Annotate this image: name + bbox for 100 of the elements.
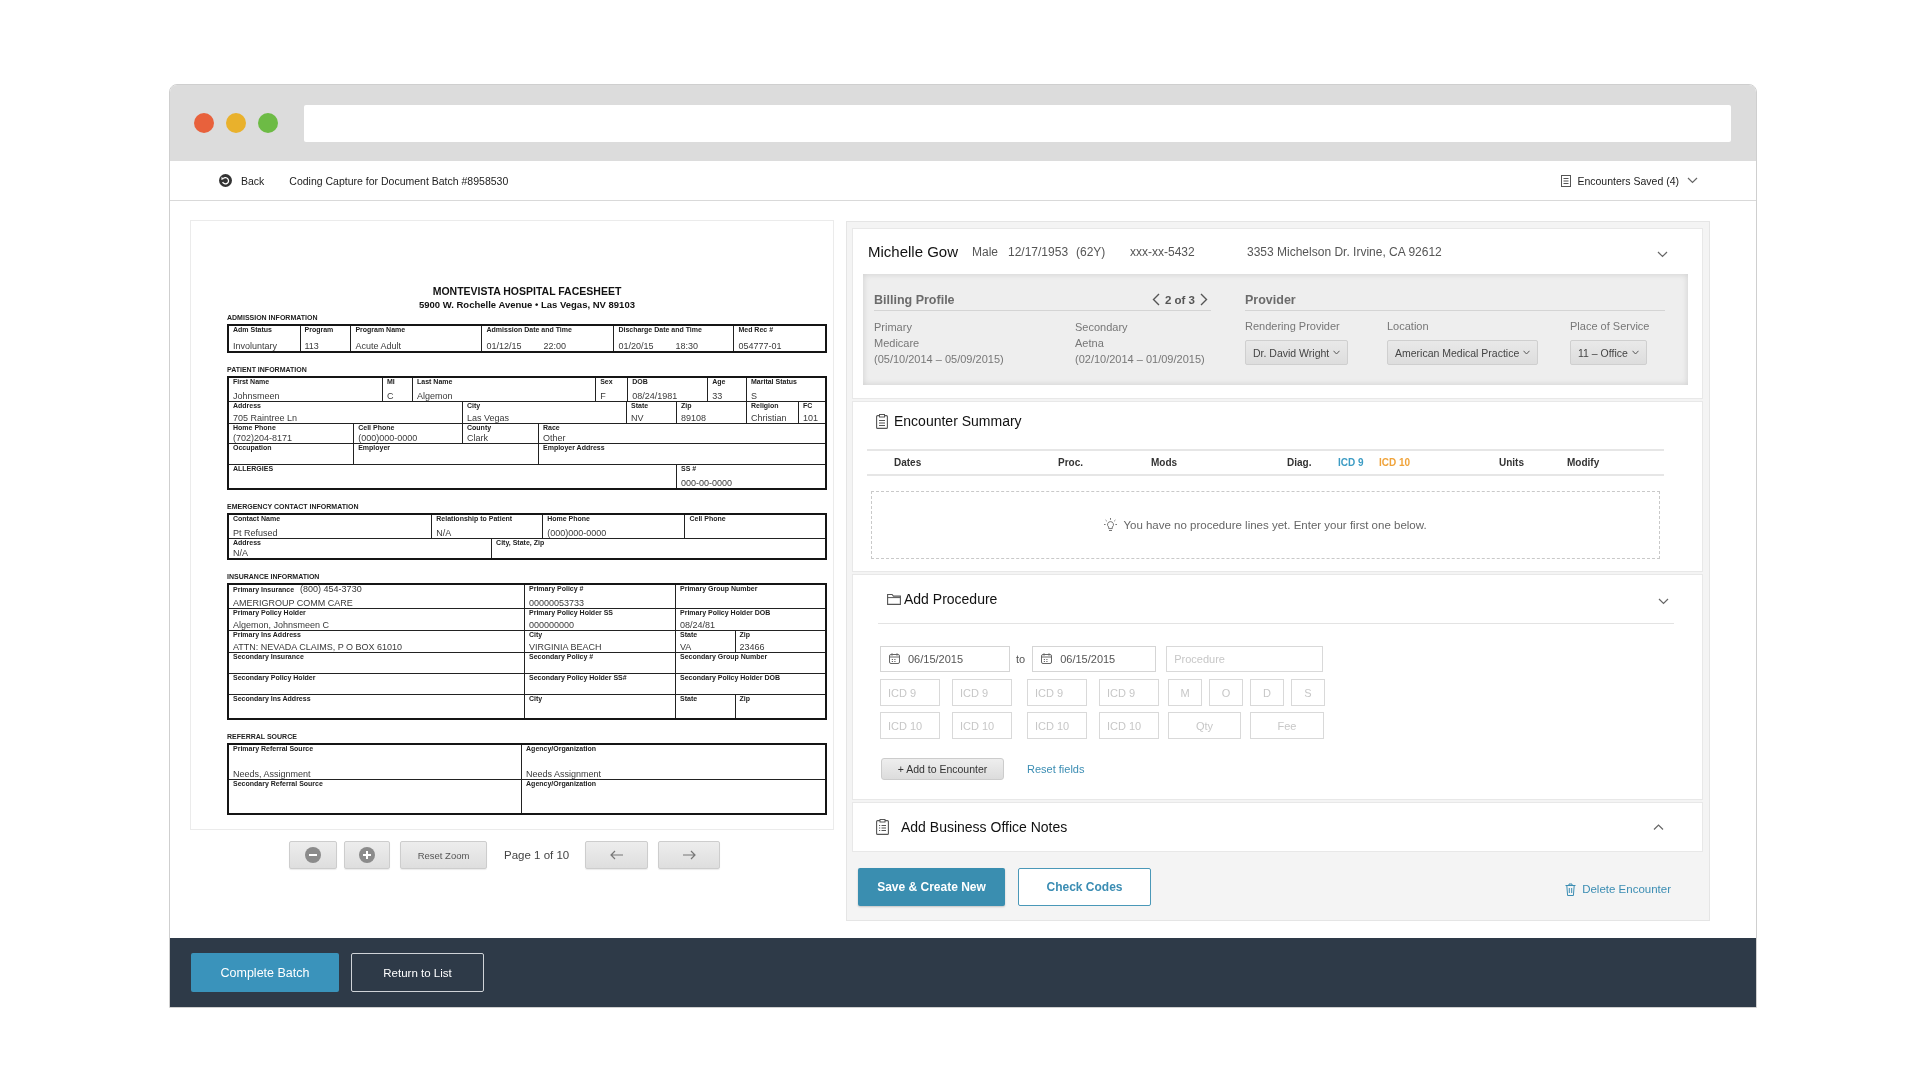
payer-name: Medicare [874,336,920,351]
card-title: Add Procedure [904,591,998,607]
field-label: Location [1387,319,1429,334]
back-icon [219,174,232,187]
range-label: to [1016,653,1026,665]
form-value: 113 [304,341,319,351]
form-value: Acute Adult [355,341,401,351]
delete-encounter-link[interactable]: Delete Encounter [1565,882,1671,896]
patient-ssn: xxx-xx-5432 [1130,244,1196,259]
previous-page-button[interactable] [585,841,649,869]
patient-address: 3353 Michelson Dr. Irvine, CA 92612 [1247,244,1442,259]
form-value: S [751,391,757,401]
chevron-down-icon[interactable] [1657,251,1668,258]
column-header: Proc. [1058,457,1084,468]
clipboard-list-icon [876,819,889,835]
coverage-label: Secondary [1075,320,1128,335]
chevron-down-icon[interactable] [1658,597,1669,605]
form-value: Needs Assignment [526,769,602,779]
quantity-field[interactable]: Qty [1168,712,1241,739]
form-value: AMERIGROUP COMM CARE [233,598,353,608]
coverage-period: (05/10/2014 – 05/09/2015) [874,352,1004,367]
form-value: Algemon, Johnsmeen C [233,620,330,630]
modifier-field[interactable]: D [1250,679,1284,706]
clipboard-icon [876,413,888,429]
page-indicator: Page 1 of 10 [504,849,570,861]
encounters-saved-button[interactable]: Encounters Saved (4) [1561,174,1698,187]
date-field[interactable]: 06/15/2015 [880,646,1010,672]
section-title: Provider [1245,292,1296,307]
document-address: 5900 W. Rochelle Avenue • Las Vegas, NV 89103 [418,299,636,311]
chevron-left-icon[interactable] [1151,293,1160,306]
form-value: VA [680,642,692,652]
caret-icon [1631,350,1639,355]
reset-fields-link[interactable]: Reset fields [1027,763,1085,775]
form-value: Algemon [417,391,453,401]
location-dropdown[interactable]: American Medical Practice [1387,340,1539,365]
zoom-out-button[interactable] [289,841,337,869]
procedure-field[interactable]: Procedure [1166,646,1324,672]
column-header: Modify [1567,457,1601,468]
form-value: 23466 [739,642,765,652]
form-value: (800) 454-3730 [300,585,362,594]
patient-sex: Male [972,244,999,259]
modifier-field[interactable]: S [1291,679,1325,706]
date-field[interactable]: 06/15/2015 [1032,646,1157,672]
provider-dropdown[interactable]: Dr. David Wright [1245,340,1349,365]
form-value: NV [631,413,644,423]
column-header: ICD 10 [1379,457,1412,468]
column-header: Dates [894,457,923,468]
chevron-up-icon[interactable] [1653,823,1664,831]
form-value: 08/24/81 [680,620,716,630]
trash-icon [1565,882,1577,896]
form-value: Christian [751,413,787,423]
next-page-button[interactable] [658,841,721,869]
caret-icon [1333,350,1341,355]
add-to-encounter-button[interactable]: + Add to Encounter [881,758,1004,780]
coverage-label: Primary [874,320,912,335]
payer-name: Aetna [1075,336,1104,351]
form-value: 000-00-0000 [681,478,733,488]
window-close-icon[interactable] [194,113,214,133]
column-header: ICD 9 [1338,457,1365,468]
chevron-right-icon[interactable] [1200,293,1208,306]
reset-zoom-button[interactable]: Reset Zoom [400,841,487,869]
form-value: Clark [467,433,488,443]
form-value: Other [543,433,566,443]
arrow-right-icon [682,850,697,860]
form-value: ATTN: NEVADA CLAIMS, P O BOX 61010 [233,642,403,652]
patient-age: (62Y) [1076,244,1107,259]
empty-message: You have no procedure lines yet. Enter your first one below. [1123,519,1427,531]
column-header: Mods [1151,457,1179,468]
form-value: 18:30 [675,341,698,351]
patient-birth-date: 12/17/1953 [1008,244,1070,259]
form-value: N/A [436,528,452,538]
card-title: Add Business Office Notes [901,819,1068,835]
window-zoom-icon[interactable] [258,113,278,133]
document-icon [1561,174,1572,187]
zoom-in-button[interactable] [344,841,390,869]
return-to-list-button[interactable]: Return to List [351,953,484,992]
form-value: F [600,391,606,401]
check-codes-button[interactable]: Check Codes [1018,868,1151,906]
fee-field[interactable]: Fee [1250,712,1324,739]
save-create-button[interactable]: Save & Create New [858,868,1005,906]
form-value: (000)000-0000 [358,433,418,443]
zoom-in-icon [359,847,375,863]
column-header: Diag. [1287,457,1313,468]
form-value: 01/12/15 [486,341,522,351]
form-value: Needs, Assignment [233,769,311,779]
form-value: Johnsmeen [233,391,280,401]
card-title: Encounter Summary [894,413,1022,429]
back-button[interactable]: Back [219,174,265,187]
pager-label: 2 of 3 [1164,293,1195,306]
form-value: Las Vegas [467,413,510,423]
form-value: 705 Raintree Ln [233,413,298,423]
calendar-icon [1041,653,1053,664]
form-value: 22:00 [543,341,567,351]
form-value: 01/20/15 [618,341,654,351]
form-value: 000000000 [529,620,575,630]
form-value: 054777-01 [738,341,782,351]
page-title: Coding Capture for Document Batch #8958530 [289,174,509,187]
service-place-dropdown[interactable]: 11 – Office [1570,340,1647,365]
form-value: 89108 [681,413,707,423]
form-value: (000)000-0000 [547,528,607,538]
